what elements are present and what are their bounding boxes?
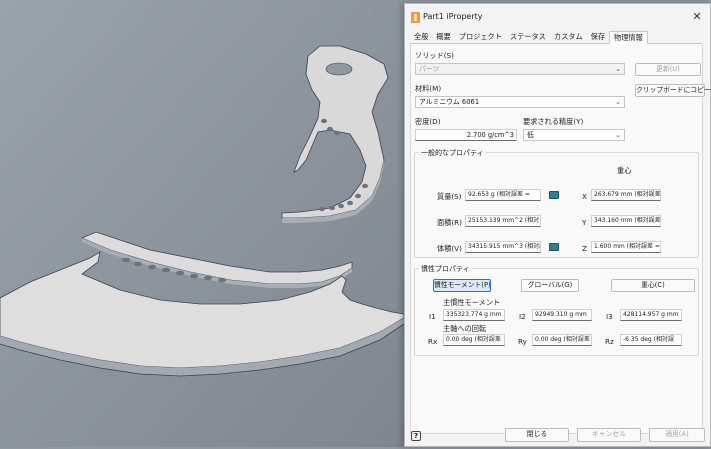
center-of-gravity-button[interactable]: 重心(C) bbox=[611, 279, 695, 292]
cog-title: 重心 bbox=[617, 166, 632, 175]
ry-label: Ry bbox=[518, 337, 527, 346]
apply-button[interactable]: 適用(A) bbox=[649, 428, 705, 442]
density-label: 密度(D) bbox=[415, 117, 441, 126]
accuracy-combo[interactable]: 低 ⌄ bbox=[523, 129, 625, 141]
x-label: X bbox=[582, 192, 587, 201]
density-field[interactable]: 2.700 g/cm^3 bbox=[415, 129, 517, 141]
close-button[interactable]: 閉じる bbox=[505, 428, 569, 442]
i2-field[interactable]: 92949.310 g mm bbox=[532, 309, 592, 321]
area-label: 面積(R) bbox=[437, 218, 462, 227]
part-model[interactable] bbox=[0, 0, 405, 447]
volume-label: 体積(V) bbox=[437, 244, 462, 253]
moment-of-inertia-button[interactable]: 慣性モーメント(P) bbox=[433, 279, 491, 292]
iproperty-dialog: Part1 iProperty ✕ 全般 概要 プロジェクト ステータス カスタ… bbox=[404, 3, 711, 447]
chevron-down-icon: ⌄ bbox=[615, 98, 621, 106]
i1-field[interactable]: 335323.774 g mm bbox=[443, 309, 505, 321]
z-label: Z bbox=[582, 244, 587, 253]
ry-field[interactable]: 0.00 deg (相対誤差 bbox=[532, 334, 592, 346]
z-field[interactable]: 1.600 mm (相対誤差 = bbox=[591, 241, 661, 253]
copy-volume-icon[interactable] bbox=[549, 243, 559, 251]
material-combo-value: アルミニウム 6061 bbox=[419, 98, 480, 106]
material-combo[interactable]: アルミニウム 6061 ⌄ bbox=[415, 96, 625, 108]
area-field[interactable]: 25153.139 mm^2 (相対 bbox=[465, 215, 541, 227]
accuracy-label: 要求される精度(Y) bbox=[523, 117, 584, 126]
tab-status[interactable]: ステータス bbox=[506, 31, 550, 44]
chevron-down-icon: ⌄ bbox=[615, 131, 621, 139]
3d-viewport[interactable] bbox=[0, 0, 405, 447]
principal-moments-title: 主慣性モーメント bbox=[443, 298, 501, 307]
update-button[interactable]: 更新(U) bbox=[635, 63, 701, 76]
volume-field[interactable]: 34315.915 mm^3 (相対誤 bbox=[465, 241, 541, 253]
cancel-button[interactable]: キャンセル bbox=[577, 428, 641, 442]
global-button[interactable]: グローバル(G) bbox=[521, 279, 579, 292]
dialog-title: Part1 iProperty bbox=[423, 12, 483, 21]
i2-label: I2 bbox=[519, 312, 526, 321]
x-field[interactable]: 263.679 mm (相対誤差 bbox=[591, 189, 661, 201]
general-properties-title: 一般的なプロパティ bbox=[419, 148, 486, 158]
title-bar: Part1 iProperty ✕ bbox=[405, 4, 710, 30]
mass-field[interactable]: 92.653 g (相対誤差 = bbox=[465, 189, 541, 201]
solid-combo-value: パーツ bbox=[419, 65, 440, 73]
principal-rotation-title: 主軸への回転 bbox=[443, 324, 487, 333]
copy-to-clipboard-button[interactable]: クリップボードにコピー(O) bbox=[635, 84, 711, 97]
i3-label: I3 bbox=[606, 312, 613, 321]
rx-field[interactable]: 0.00 deg (相対誤差 bbox=[443, 334, 505, 346]
physical-panel: ソリッド(S) パーツ ⌄ 更新(U) 材料(M) アルミニウム 6061 ⌄ … bbox=[410, 44, 711, 434]
inertia-properties-title: 慣性プロパティ bbox=[419, 264, 472, 274]
tab-bar: 全般 概要 プロジェクト ステータス カスタム 保存 物理情報 bbox=[410, 31, 702, 45]
i1-label: I1 bbox=[429, 312, 436, 321]
copy-mass-icon[interactable] bbox=[549, 191, 559, 199]
inertia-properties-group: 慣性プロパティ 慣性モーメント(P) グローバル(G) 重心(C) 主慣性モーメ… bbox=[414, 264, 699, 356]
rx-label: Rx bbox=[428, 337, 438, 346]
rz-label: Rz bbox=[605, 337, 614, 346]
help-icon[interactable]: ? bbox=[411, 431, 421, 441]
tab-custom[interactable]: カスタム bbox=[550, 31, 587, 44]
solid-label: ソリッド(S) bbox=[415, 51, 454, 60]
solid-combo[interactable]: パーツ ⌄ bbox=[415, 63, 625, 75]
chevron-down-icon: ⌄ bbox=[615, 65, 621, 73]
i3-field[interactable]: 428114.957 g mm bbox=[620, 309, 682, 321]
rz-field[interactable]: -6.35 deg (相対誤 bbox=[620, 334, 682, 346]
accuracy-combo-value: 低 bbox=[527, 131, 534, 139]
general-properties-group: 一般的なプロパティ 重心 質量(S) 92.653 g (相対誤差 = 面積(R… bbox=[414, 148, 699, 258]
tab-summary[interactable]: 概要 bbox=[432, 31, 454, 44]
mass-label: 質量(S) bbox=[437, 192, 462, 201]
iproperty-app-icon bbox=[411, 12, 420, 23]
tab-physical[interactable]: 物理情報 bbox=[609, 31, 648, 45]
material-label: 材料(M) bbox=[415, 84, 442, 93]
y-field[interactable]: 343.160 mm (相対誤差 bbox=[591, 215, 661, 227]
y-label: Y bbox=[582, 218, 587, 227]
tab-project[interactable]: プロジェクト bbox=[455, 31, 506, 44]
tab-general[interactable]: 全般 bbox=[410, 31, 432, 44]
close-icon[interactable]: ✕ bbox=[688, 8, 706, 26]
tab-save[interactable]: 保存 bbox=[587, 31, 609, 44]
